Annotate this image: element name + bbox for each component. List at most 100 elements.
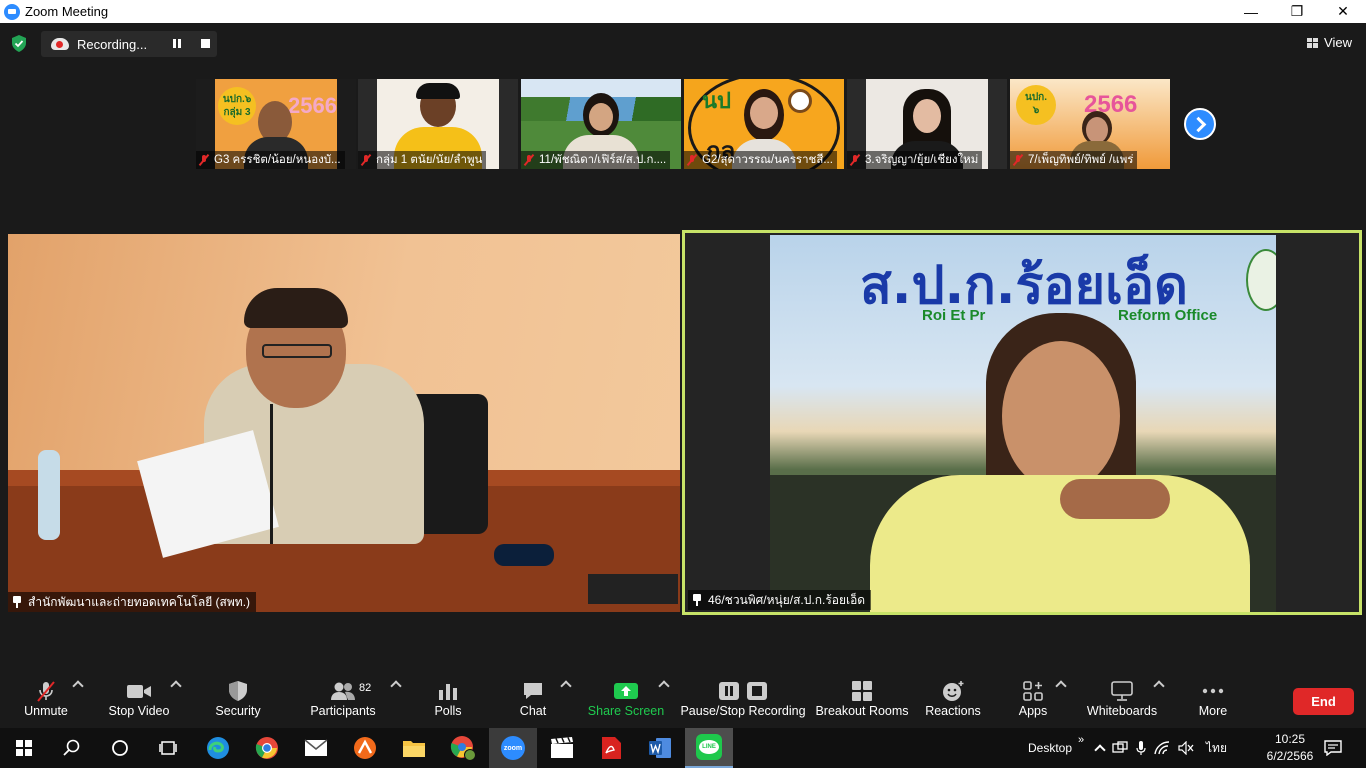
chat-button[interactable]: Chat [518,678,548,724]
participant-thumbnail[interactable]: 3.จริญญา/ยุ้ย/เชียงใหม่ [847,79,1007,169]
taskbar-app[interactable] [538,728,586,768]
banner-en-left-text: Roi Et Pr [922,307,986,324]
microphone-tray-icon[interactable] [1136,740,1146,756]
taskbar-app[interactable] [390,728,438,768]
stop-video-button[interactable]: Stop Video [106,678,172,724]
pin-icon [12,596,22,608]
share-screen-icon [614,683,638,699]
tray-chevron-up-icon[interactable] [1094,744,1106,756]
participant-thumbnail[interactable]: กลุ่ม 1 ตนัย/นัย/ลำพูน [358,79,518,169]
share-screen-button[interactable]: Share Screen [588,678,664,724]
next-page-button[interactable] [1184,108,1216,140]
participant-name-label: กลุ่ม 1 ตนัย/นัย/ลำพูน [358,151,487,169]
whiteboards-label: Whiteboards [1086,704,1158,718]
taskbar-app-line[interactable]: LINE [685,728,733,768]
encryption-shield-icon[interactable] [11,35,27,52]
more-dots-icon [1202,688,1224,694]
participant-thumbnail[interactable]: นปก.๖ กลุ่ม 3 2566 G3 ครรชิต/น้อย/หนองบั… [196,79,356,169]
participant-name: สำนักพัฒนาและถ่ายทอดเทคโนโลยี (สพท.) [28,595,251,609]
participant-thumbnail[interactable]: นปก. ๖ 2566 7/เพ็ญทิพย์/ทิพย์ /แพร่ [1010,79,1170,169]
chat-label: Chat [519,704,547,718]
chrome-browser-icon [255,737,278,759]
breakout-rooms-label: Breakout Rooms [815,704,909,718]
participant-name-label: G2/สุดาวรรณ/นครราชสี... [684,151,837,169]
desktop-toolbar[interactable]: Desktop » [1028,728,1084,768]
thumb-year-text: 2566 [288,93,337,118]
line-icon-text: LINE [702,744,716,750]
participant-thumbnail[interactable]: 11/พัชณิดา/เฟิร์ส/ส.ป.ก.... [521,79,681,169]
desktop-expand-icon: » [1078,734,1085,746]
muted-microphone-icon [37,681,55,702]
cortana-button[interactable] [96,728,144,768]
system-tray: ไทย [1094,728,1227,768]
apps-button[interactable]: Apps [1016,678,1050,724]
taskbar-app[interactable] [439,728,487,768]
polls-button[interactable]: Polls [432,678,464,724]
mail-envelope-icon [304,739,328,756]
reactions-smiley-icon [943,681,964,701]
participant-name: กลุ่ม 1 ตนัย/นัย/ลำพูน [376,154,483,166]
pause-stop-recording-button[interactable]: Pause/Stop Recording [680,678,806,724]
chat-options-caret[interactable] [560,680,572,692]
windows-taskbar: zoom LINE Desktop » ไทย 10:25 6/2/2566 [0,728,1366,768]
wifi-icon[interactable] [1154,741,1170,755]
main-video-left[interactable]: สำนักพัฒนาและถ่ายทอดเทคโนโลยี (สพท.) [8,234,680,612]
chrome-profile-icon [450,736,476,761]
chat-bubble-icon [524,683,542,699]
video-options-caret[interactable] [170,680,182,692]
taskbar-app[interactable] [636,728,684,768]
recording-label: Recording... [77,36,148,52]
breakout-rooms-button[interactable]: Breakout Rooms [815,678,909,724]
audio-options-caret[interactable] [72,680,84,692]
security-button[interactable]: Security [212,678,264,724]
view-button[interactable]: View [1307,35,1352,50]
participant-thumbnail[interactable]: นป กล G2/สุดาวรรณ/นครราชสี... [684,79,844,169]
main-video-right-active-speaker[interactable]: ส.ป.ก.ร้อยเอ็ด Roi Et Pr Reform Office 4… [682,230,1362,615]
taskbar-app-zoom-active[interactable]: zoom [489,728,537,768]
taskbar-app[interactable] [292,728,340,768]
start-button[interactable] [0,728,48,768]
line-messenger-icon: LINE [696,734,722,760]
minimize-button[interactable]: — [1228,0,1274,23]
stop-recording-icon[interactable] [201,39,210,48]
thumb-group-text: กลุ่ม 3 [223,107,251,118]
apps-options-caret[interactable] [1055,680,1067,692]
task-view-button[interactable] [144,728,192,768]
reactions-button[interactable]: Reactions [925,678,981,724]
windows-logo-icon [16,740,32,756]
participant-name: 3.จริญญา/ยุ้ย/เชียงใหม่ [865,154,979,166]
taskbar-clock[interactable]: 10:25 6/2/2566 [1266,731,1314,765]
more-button[interactable]: More [1196,678,1230,724]
participants-options-caret[interactable] [390,680,402,692]
participant-name-label: 7/เพ็ญทิพย์/ทิพย์ /แพร่ [1010,151,1138,169]
thumb-group-text: ๖ [1032,105,1040,116]
network-icon[interactable] [1112,741,1128,755]
taskbar-app[interactable] [587,728,635,768]
view-label: View [1324,35,1352,50]
input-language[interactable]: ไทย [1206,739,1227,758]
speaker-muted-icon[interactable] [1178,741,1194,755]
pause-recording-icon[interactable] [173,39,183,49]
task-view-icon [159,741,177,755]
unmute-button[interactable]: Unmute [18,678,74,724]
security-shield-icon [229,681,247,701]
close-button[interactable]: ✕ [1320,0,1366,23]
taskbar-app[interactable] [243,728,291,768]
whiteboards-button[interactable]: Whiteboards [1086,678,1158,724]
cortana-circle-icon [112,740,128,756]
stop-recording-icon [747,682,767,700]
participant-name: 46/ชวนพิศ/หนุ่ย/ส.ป.ก.ร้อยเอ็ด [708,593,866,607]
thumb-badge-text: นปก. [1024,92,1048,103]
notification-center-button[interactable] [1310,728,1356,768]
end-meeting-button[interactable]: End [1293,688,1354,715]
participants-label: Participants [310,704,376,718]
participants-count: 82 [359,682,372,694]
taskbar-app[interactable] [341,728,389,768]
maximize-button[interactable]: ❐ [1274,0,1320,23]
search-button[interactable] [48,728,96,768]
banner-en-right-text: Reform Office [1118,307,1218,324]
participant-name-label: G3 ครรชิต/น้อย/หนองบั... [196,151,345,169]
window-titlebar: Zoom Meeting — ❐ ✕ [0,0,1366,23]
recording-indicator: Recording... [41,31,217,57]
taskbar-app[interactable] [194,728,242,768]
